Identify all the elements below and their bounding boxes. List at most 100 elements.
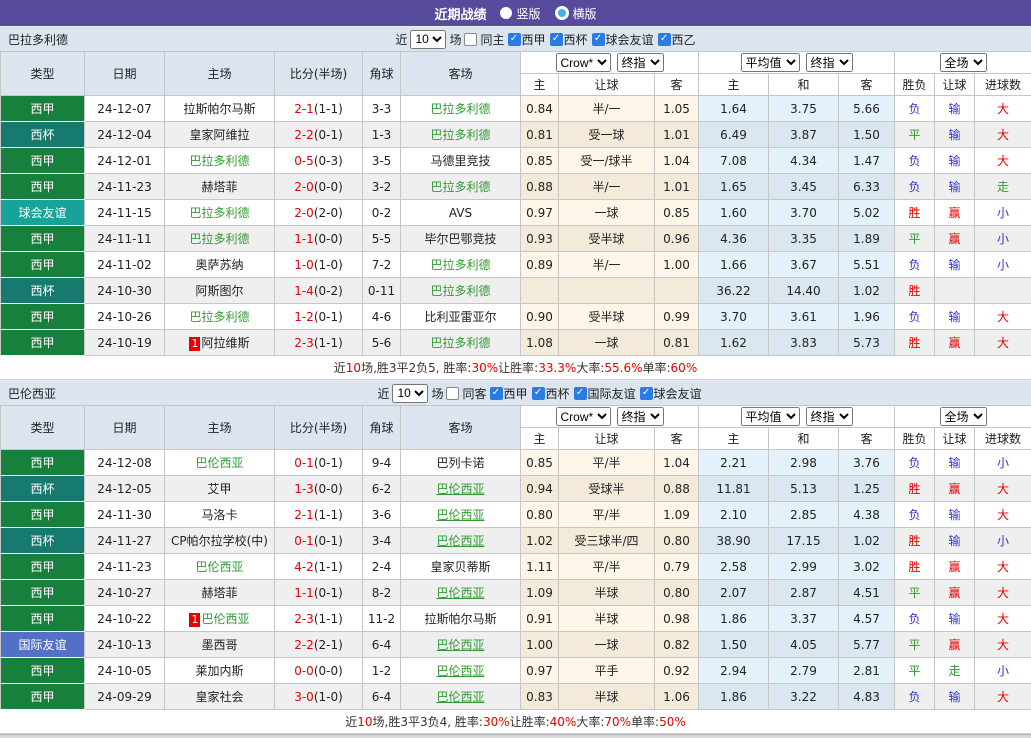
away-team-link[interactable]: 毕尔巴鄂竞技: [424, 232, 496, 246]
crow-handicap: 一球: [559, 330, 655, 356]
final-odds-select[interactable]: 终指: [617, 53, 664, 72]
result-wdl: 胜: [909, 284, 921, 298]
home-team-link[interactable]: 墨西哥: [201, 638, 237, 652]
fulltime-score-link[interactable]: 2-3: [294, 612, 314, 626]
odds-company-select[interactable]: Crow*: [556, 407, 611, 426]
league-filter[interactable]: ✓国际友谊: [574, 385, 636, 402]
league-filter[interactable]: ✓球会友谊: [640, 385, 702, 402]
home-team-link[interactable]: 巴拉多利德: [189, 232, 249, 246]
date-cell: 24-10-05: [85, 658, 165, 684]
vertical-layout-radio[interactable]: 竖版: [500, 5, 540, 22]
fulltime-score-link[interactable]: 0-1: [294, 456, 314, 470]
matches-label: 场: [449, 31, 461, 48]
away-team-link[interactable]: 巴伦西亚: [436, 638, 484, 652]
away-team-link[interactable]: 皇家贝蒂斯: [430, 560, 490, 574]
away-team-link[interactable]: 巴列卡诺: [436, 456, 484, 470]
fulltime-score-link[interactable]: 0-0: [294, 664, 314, 678]
away-team-link[interactable]: 巴伦西亚: [436, 534, 484, 548]
fulltime-score-link[interactable]: 1-3: [294, 482, 314, 496]
fulltime-score-link[interactable]: 2-3: [294, 336, 314, 350]
fulltime-score-link[interactable]: 2-2: [294, 638, 314, 652]
home-team-link[interactable]: 巴拉多利德: [189, 310, 249, 324]
league-filter[interactable]: ✓西甲: [508, 31, 546, 48]
odds-company-select[interactable]: Crow*: [556, 53, 611, 72]
fulltime-score-link[interactable]: 1-1: [294, 586, 314, 600]
away-team-link[interactable]: AVS: [449, 206, 472, 220]
home-team-link[interactable]: 阿斯图尔: [195, 284, 243, 298]
final-odds-select-2[interactable]: 终指: [806, 407, 853, 426]
home-team-link[interactable]: 皇家社会: [195, 690, 243, 704]
horizontal-layout-radio[interactable]: 横版: [555, 5, 597, 22]
league-filter[interactable]: ✓球会友谊: [592, 31, 654, 48]
fulltime-score-link[interactable]: 2-2: [294, 128, 314, 142]
average-select[interactable]: 平均值: [741, 53, 800, 72]
fulltime-score-link[interactable]: 2-1: [294, 508, 314, 522]
fulltime-score-link[interactable]: 2-0: [294, 206, 314, 220]
away-team-link[interactable]: 马德里竞技: [430, 154, 490, 168]
away-team-link[interactable]: 巴伦西亚: [436, 664, 484, 678]
team-title: 巴伦西亚: [8, 385, 56, 402]
avg-draw-odds: 3.87: [769, 122, 839, 148]
away-team-link[interactable]: 巴拉多利德: [430, 128, 490, 142]
result-handicap: 赢: [949, 336, 961, 350]
away-team-link[interactable]: 巴拉多利德: [430, 102, 490, 116]
halftime-score: (0-1): [314, 456, 343, 470]
away-team-link[interactable]: 拉斯帕尔马斯: [424, 612, 496, 626]
league-filter[interactable]: ✓西杯: [550, 31, 588, 48]
away-team-link[interactable]: 巴伦西亚: [436, 690, 484, 704]
home-team-link[interactable]: 赫塔菲: [201, 586, 237, 600]
away-team-link[interactable]: 巴拉多利德: [430, 284, 490, 298]
result-goals: 大: [997, 560, 1009, 574]
home-team-link[interactable]: 巴伦西亚: [201, 612, 249, 626]
home-team-link[interactable]: 巴拉多利德: [189, 154, 249, 168]
fulltime-select[interactable]: 全场: [940, 407, 987, 426]
fulltime-score-link[interactable]: 1-4: [294, 284, 314, 298]
fulltime-score-link[interactable]: 2-1: [294, 102, 314, 116]
same-side-checkbox[interactable]: [464, 33, 477, 46]
same-side-checkbox[interactable]: [446, 387, 459, 400]
home-team-link[interactable]: 巴伦西亚: [195, 560, 243, 574]
home-team-link[interactable]: 赫塔菲: [201, 180, 237, 194]
home-team-link[interactable]: 巴伦西亚: [195, 456, 243, 470]
league-filter[interactable]: ✓西乙: [658, 31, 696, 48]
away-team-link[interactable]: 巴拉多利德: [430, 258, 490, 272]
home-team-link[interactable]: CP帕尔拉学校(中): [171, 534, 268, 548]
home-team-link[interactable]: 马洛卡: [201, 508, 237, 522]
fulltime-score-link[interactable]: 1-2: [294, 310, 314, 324]
home-team-link[interactable]: 阿拉维斯: [201, 336, 249, 350]
home-team-link[interactable]: 奥萨苏纳: [195, 258, 243, 272]
fulltime-score-link[interactable]: 3-0: [294, 690, 314, 704]
fulltime-score-link[interactable]: 1-1: [294, 232, 314, 246]
home-team-link[interactable]: 皇家阿维拉: [189, 128, 249, 142]
avg-home-odds: 11.81: [699, 476, 769, 502]
home-team-link[interactable]: 艾甲: [207, 482, 231, 496]
league-filter[interactable]: ✓西甲: [490, 385, 528, 402]
average-select[interactable]: 平均值: [741, 407, 800, 426]
away-team-link[interactable]: 巴伦西亚: [436, 586, 484, 600]
away-team-link[interactable]: 巴伦西亚: [436, 508, 484, 522]
halftime-score: (2-0): [314, 206, 343, 220]
recent-count-select[interactable]: 10: [392, 384, 428, 403]
away-team-link[interactable]: 巴伦西亚: [436, 482, 484, 496]
away-team-link[interactable]: 巴拉多利德: [430, 180, 490, 194]
halftime-score: (0-0): [314, 232, 343, 246]
league-filter[interactable]: ✓西杯: [532, 385, 570, 402]
fulltime-select[interactable]: 全场: [940, 53, 987, 72]
fulltime-score-link[interactable]: 1-0: [294, 258, 314, 272]
fulltime-score-link[interactable]: 0-5: [294, 154, 314, 168]
final-odds-select[interactable]: 终指: [617, 407, 664, 426]
away-team-link[interactable]: 巴拉多利德: [430, 336, 490, 350]
recent-count-select[interactable]: 10: [410, 30, 446, 49]
home-team-link[interactable]: 莱加内斯: [195, 664, 243, 678]
date-cell: 24-10-30: [85, 278, 165, 304]
fulltime-score-link[interactable]: 0-1: [294, 534, 314, 548]
corner-cell: 6-2: [363, 476, 401, 502]
fulltime-score-link[interactable]: 4-2: [294, 560, 314, 574]
crow-home-odds: 0.90: [521, 304, 559, 330]
home-team-link[interactable]: 拉斯帕尔马斯: [183, 102, 255, 116]
home-team-link[interactable]: 巴拉多利德: [189, 206, 249, 220]
final-odds-select-2[interactable]: 终指: [806, 53, 853, 72]
away-team-link[interactable]: 比利亚雷亚尔: [424, 310, 496, 324]
result-wdl: 负: [909, 258, 921, 272]
fulltime-score-link[interactable]: 2-0: [294, 180, 314, 194]
